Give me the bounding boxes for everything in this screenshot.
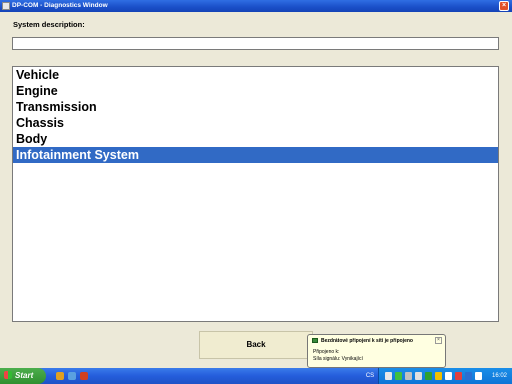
tray-icon-8[interactable] — [455, 372, 462, 380]
system-item-vehicle[interactable]: Vehicle — [13, 67, 498, 83]
language-indicator[interactable]: CS — [364, 368, 376, 384]
window-title: DP-COM - Diagnostics Window — [12, 2, 108, 9]
tray-icon-7[interactable] — [445, 372, 452, 380]
clock[interactable]: 16:02 — [492, 368, 507, 384]
quicklaunch-browser-icon[interactable] — [56, 372, 64, 380]
system-item-chassis[interactable]: Chassis — [13, 115, 498, 131]
system-item-body[interactable]: Body — [13, 131, 498, 147]
wifi-notification-balloon[interactable]: Bezdrátové připojení k síti je připojeno… — [307, 334, 446, 368]
notification-line-2: Síla signálu: Vynikající — [313, 356, 363, 362]
notification-title: Bezdrátové připojení k síti je připojeno — [321, 338, 413, 344]
close-button[interactable]: × — [499, 1, 509, 11]
system-description-field[interactable] — [12, 37, 499, 50]
taskbar: Start CS 16:02 — [0, 368, 512, 384]
system-list[interactable]: Vehicle Engine Transmission Chassis Body Info… — [12, 66, 499, 322]
tray-icon-2[interactable] — [395, 372, 402, 380]
tray-icon-6[interactable] — [435, 372, 442, 380]
notification-close-button[interactable]: × — [435, 337, 442, 344]
tray-icon-9[interactable] — [465, 372, 472, 380]
start-button[interactable]: Start — [0, 368, 46, 384]
tray-icon-1[interactable] — [385, 372, 392, 380]
tray-icon-10[interactable] — [475, 372, 482, 380]
tray-icon-4[interactable] — [415, 372, 422, 380]
notification-line-1: Připojeno k: — [313, 349, 340, 355]
tray-icon-5[interactable] — [425, 372, 432, 380]
wireless-network-icon — [312, 338, 318, 343]
title-bar[interactable]: DP-COM - Diagnostics Window × — [0, 0, 512, 12]
windows-logo-icon — [4, 371, 12, 379]
tray-icon-3[interactable] — [405, 372, 412, 380]
diagnostics-window: DP-COM - Diagnostics Window × System des… — [0, 0, 512, 368]
system-item-engine[interactable]: Engine — [13, 83, 498, 99]
quicklaunch-app-icon[interactable] — [80, 372, 88, 380]
system-description-label: System description: — [13, 20, 85, 29]
system-tray: 16:02 — [378, 368, 512, 384]
back-button[interactable]: Back — [199, 331, 313, 359]
system-item-transmission[interactable]: Transmission — [13, 99, 498, 115]
system-item-infotainment-system[interactable]: Infotainment System — [13, 147, 498, 163]
quicklaunch-desktop-icon[interactable] — [68, 372, 76, 380]
start-label: Start — [15, 371, 34, 380]
app-icon — [2, 2, 10, 10]
